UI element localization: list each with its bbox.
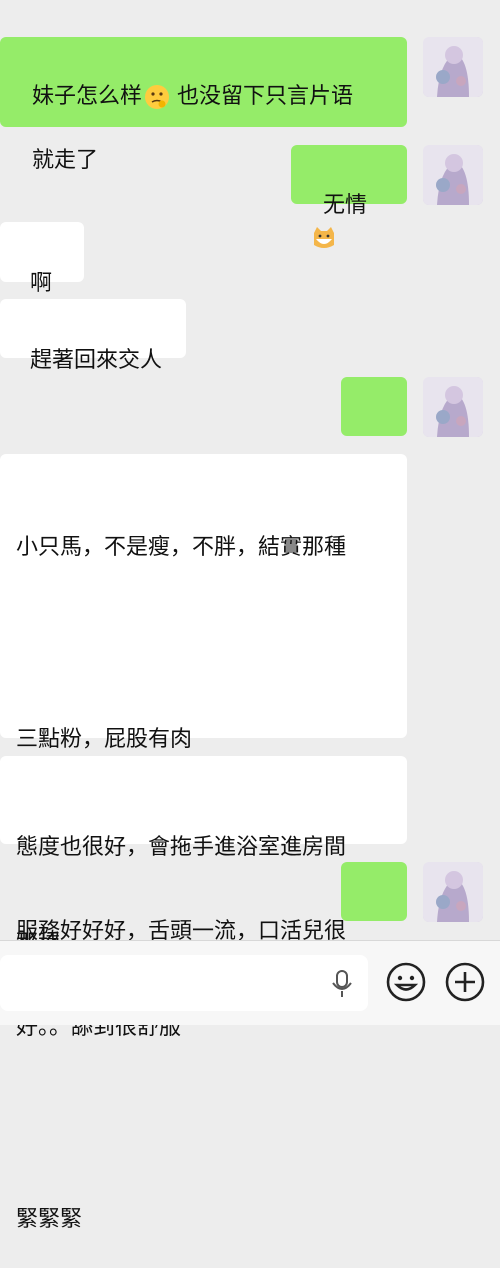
message-line: 小只馬，不是瘦，不胖，結實那種: [16, 535, 347, 560]
message-bubble[interactable]: 小只馬，不是瘦，不胖，結實那種 三點粉，屁股有肉 服務好好好，舌頭一流，口活兒很…: [0, 454, 407, 1232]
message-input[interactable]: [0, 955, 368, 1011]
user-avatar[interactable]: [423, 377, 483, 437]
avatar-image: [423, 377, 483, 437]
avatar-image: [423, 862, 483, 922]
message-bubble[interactable]: 无情: [291, 145, 407, 248]
avatar-image: [423, 37, 483, 97]
microphone-icon[interactable]: [330, 969, 354, 999]
message-text: 就走了: [32, 148, 99, 173]
user-avatar[interactable]: [423, 862, 483, 922]
message-bubble[interactable]: 妹子怎么样 也没留下只言片语 就走了: [0, 37, 407, 173]
cat-face-icon: [314, 227, 334, 248]
message-bubble[interactable]: 趕著回來交人: [0, 299, 186, 373]
plus-icon[interactable]: [443, 960, 487, 1004]
user-avatar[interactable]: [423, 145, 483, 205]
message-bubble[interactable]: 啊哈: [0, 222, 84, 328]
thinking-face-icon: [145, 85, 170, 109]
message-bubble[interactable]: 態度也很好，會拖手進浴室進房間 那種: [0, 756, 407, 956]
message-text: 妹子怎么样: [32, 84, 143, 109]
message-line: 緊緊緊: [16, 1207, 83, 1232]
message-bubble[interactable]: [341, 862, 407, 970]
message-text: 无情: [323, 193, 368, 218]
avatar-image: [423, 145, 483, 205]
message-text: 也没留下只言片语: [177, 84, 354, 109]
emoji-icon[interactable]: [384, 960, 428, 1004]
user-avatar[interactable]: [423, 37, 483, 97]
message-line: 態度也很好，會拖手進浴室進房間: [16, 835, 347, 860]
message-line: 三點粉，屁股有肉: [16, 727, 193, 752]
message-bubble[interactable]: [341, 377, 407, 485]
message-text: 趕著回來交人: [30, 348, 163, 373]
